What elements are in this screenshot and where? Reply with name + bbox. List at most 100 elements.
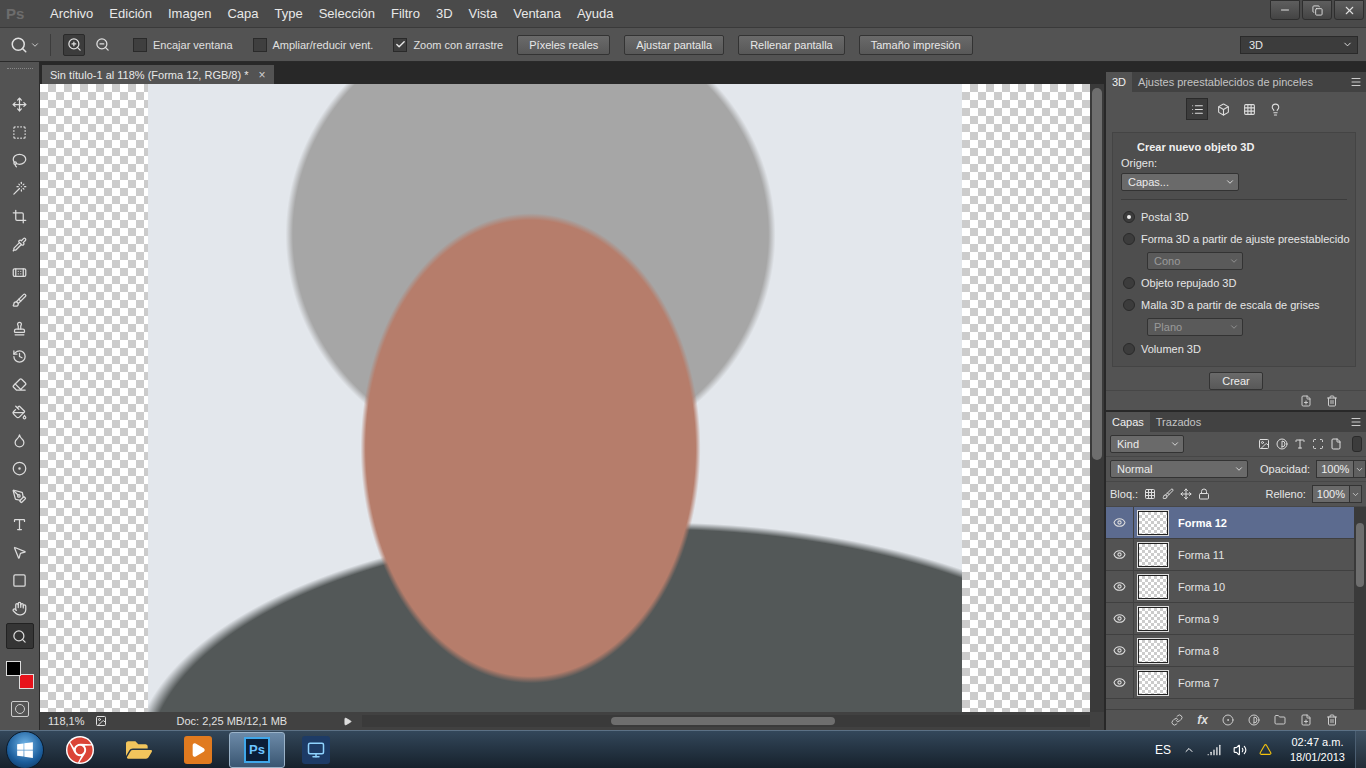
taskbar-app[interactable]	[111, 732, 167, 768]
panel-tab[interactable]: Trazados	[1150, 412, 1207, 432]
lock-pixels-icon[interactable]	[1162, 488, 1174, 500]
taskbar-app[interactable]: Ps	[229, 732, 285, 768]
tool-button[interactable]	[6, 343, 34, 369]
filter-toggle[interactable]	[1352, 436, 1362, 452]
visibility-toggle[interactable]	[1106, 507, 1134, 538]
radio-option[interactable]: Objeto repujado 3D	[1121, 274, 1347, 292]
taskbar-app[interactable]	[288, 732, 344, 768]
scroll-thumb[interactable]	[1092, 88, 1102, 460]
menu-item[interactable]: Ventana	[505, 6, 569, 21]
view-button[interactable]	[1212, 98, 1234, 120]
opacity-field[interactable]: 100%	[1316, 460, 1354, 478]
layer-row[interactable]: Forma 8	[1106, 635, 1354, 667]
tool-preset-picker[interactable]	[10, 34, 51, 56]
tab-close-button[interactable]: ×	[259, 68, 266, 82]
trash-icon[interactable]	[1326, 395, 1338, 407]
tool-button[interactable]	[6, 371, 34, 397]
option-button[interactable]: Tamaño impresión	[859, 35, 973, 55]
menu-item[interactable]: Ayuda	[569, 6, 622, 21]
minimize-button[interactable]	[1270, 0, 1300, 20]
option-checkbox[interactable]: Zoom con arrastre	[393, 38, 503, 52]
menu-item[interactable]: Edición	[101, 6, 160, 21]
link-icon[interactable]	[1171, 714, 1183, 726]
menu-item[interactable]: Type	[266, 6, 310, 21]
fill-field[interactable]: 100%	[1312, 485, 1350, 503]
background-color[interactable]	[19, 674, 34, 689]
tool-button[interactable]	[6, 203, 34, 229]
option-button[interactable]: Ajustar pantalla	[624, 35, 724, 55]
volume-icon[interactable]	[1233, 743, 1247, 757]
visibility-toggle[interactable]	[1106, 571, 1134, 602]
visibility-toggle[interactable]	[1106, 667, 1134, 698]
radio-button[interactable]	[1123, 233, 1135, 245]
checkbox[interactable]	[393, 38, 407, 52]
visibility-toggle[interactable]	[1106, 539, 1134, 570]
tool-button[interactable]	[6, 119, 34, 145]
panel-grip[interactable]	[7, 68, 33, 73]
tool-button[interactable]	[6, 483, 34, 509]
checkbox[interactable]	[133, 38, 147, 52]
tool-button[interactable]	[6, 595, 34, 621]
panel-tab[interactable]: 3D	[1106, 72, 1132, 92]
tool-button[interactable]	[6, 315, 34, 341]
new-layer-icon[interactable]	[1300, 714, 1312, 726]
vertical-scrollbar[interactable]	[1090, 84, 1104, 712]
layer-row[interactable]: Forma 9	[1106, 603, 1354, 635]
group-icon[interactable]	[1274, 714, 1286, 726]
tool-button[interactable]	[6, 175, 34, 201]
adjustment-icon[interactable]	[1248, 714, 1260, 726]
tool-button[interactable]	[6, 399, 34, 425]
panel-menu-button[interactable]	[1350, 72, 1366, 92]
radio-button[interactable]	[1123, 299, 1135, 311]
lock-transparency-icon[interactable]	[1144, 488, 1156, 500]
document-tab[interactable]: Sin título-1 al 118% (Forma 12, RGB/8) *…	[42, 65, 274, 84]
layers-scrollbar[interactable]	[1354, 507, 1366, 709]
radio-option[interactable]: Postal 3D	[1121, 208, 1347, 226]
tool-button[interactable]	[6, 259, 34, 285]
more-arrow-icon[interactable]	[343, 717, 352, 726]
lock-position-icon[interactable]	[1180, 488, 1192, 500]
checkbox[interactable]	[253, 38, 267, 52]
option-button[interactable]: Píxeles reales	[517, 35, 610, 55]
drive-icon[interactable]	[1259, 743, 1272, 756]
blend-mode-dropdown[interactable]: Normal	[1110, 460, 1248, 478]
adjustment-filter-icon[interactable]	[1276, 438, 1288, 450]
layer-row[interactable]: Forma 10	[1106, 571, 1354, 603]
menu-item[interactable]: Imagen	[160, 6, 219, 21]
workspace-dropdown[interactable]: 3D	[1240, 36, 1358, 54]
radio-button[interactable]	[1123, 277, 1135, 289]
view-button[interactable]	[1186, 98, 1208, 120]
tool-button[interactable]	[6, 91, 34, 117]
clock[interactable]: 02:47 a.m.18/01/2013	[1290, 735, 1345, 765]
mask-icon[interactable]	[1222, 714, 1234, 726]
panel-tab[interactable]: Capas	[1106, 412, 1150, 432]
show-desktop-button[interactable]	[1355, 731, 1366, 768]
radio-button[interactable]	[1123, 211, 1135, 223]
horizontal-scrollbar[interactable]	[362, 715, 1091, 727]
lock-all-icon[interactable]	[1198, 488, 1210, 500]
origin-dropdown[interactable]: Capas...	[1121, 173, 1239, 191]
scroll-thumb[interactable]	[1356, 523, 1364, 587]
show-hidden-icon[interactable]	[1183, 744, 1195, 756]
pixel-filter-icon[interactable]	[1258, 438, 1270, 450]
option-checkbox[interactable]: Ampliar/reducir vent.	[253, 38, 374, 52]
tool-button[interactable]	[6, 231, 34, 257]
dropdown-icon[interactable]	[1351, 490, 1360, 499]
tool-button[interactable]	[6, 287, 34, 313]
zoom-in-button[interactable]	[63, 34, 85, 56]
layer-row[interactable]: Forma 7	[1106, 667, 1354, 699]
zoom-level[interactable]: 118,1%	[48, 715, 85, 727]
start-button[interactable]	[6, 731, 44, 768]
menu-item[interactable]: 3D	[428, 6, 461, 21]
dropdown-icon[interactable]	[1355, 465, 1364, 474]
tool-button[interactable]	[6, 147, 34, 173]
tool-button[interactable]	[6, 623, 34, 649]
radio-option[interactable]: Volumen 3D	[1121, 340, 1347, 358]
tool-button[interactable]	[6, 567, 34, 593]
view-button[interactable]	[1238, 98, 1260, 120]
foreground-color[interactable]	[6, 661, 21, 676]
tool-button[interactable]	[6, 455, 34, 481]
taskbar-app[interactable]	[170, 732, 226, 768]
smart-object-filter-icon[interactable]	[1330, 438, 1342, 450]
new-item-icon[interactable]	[1300, 395, 1312, 407]
